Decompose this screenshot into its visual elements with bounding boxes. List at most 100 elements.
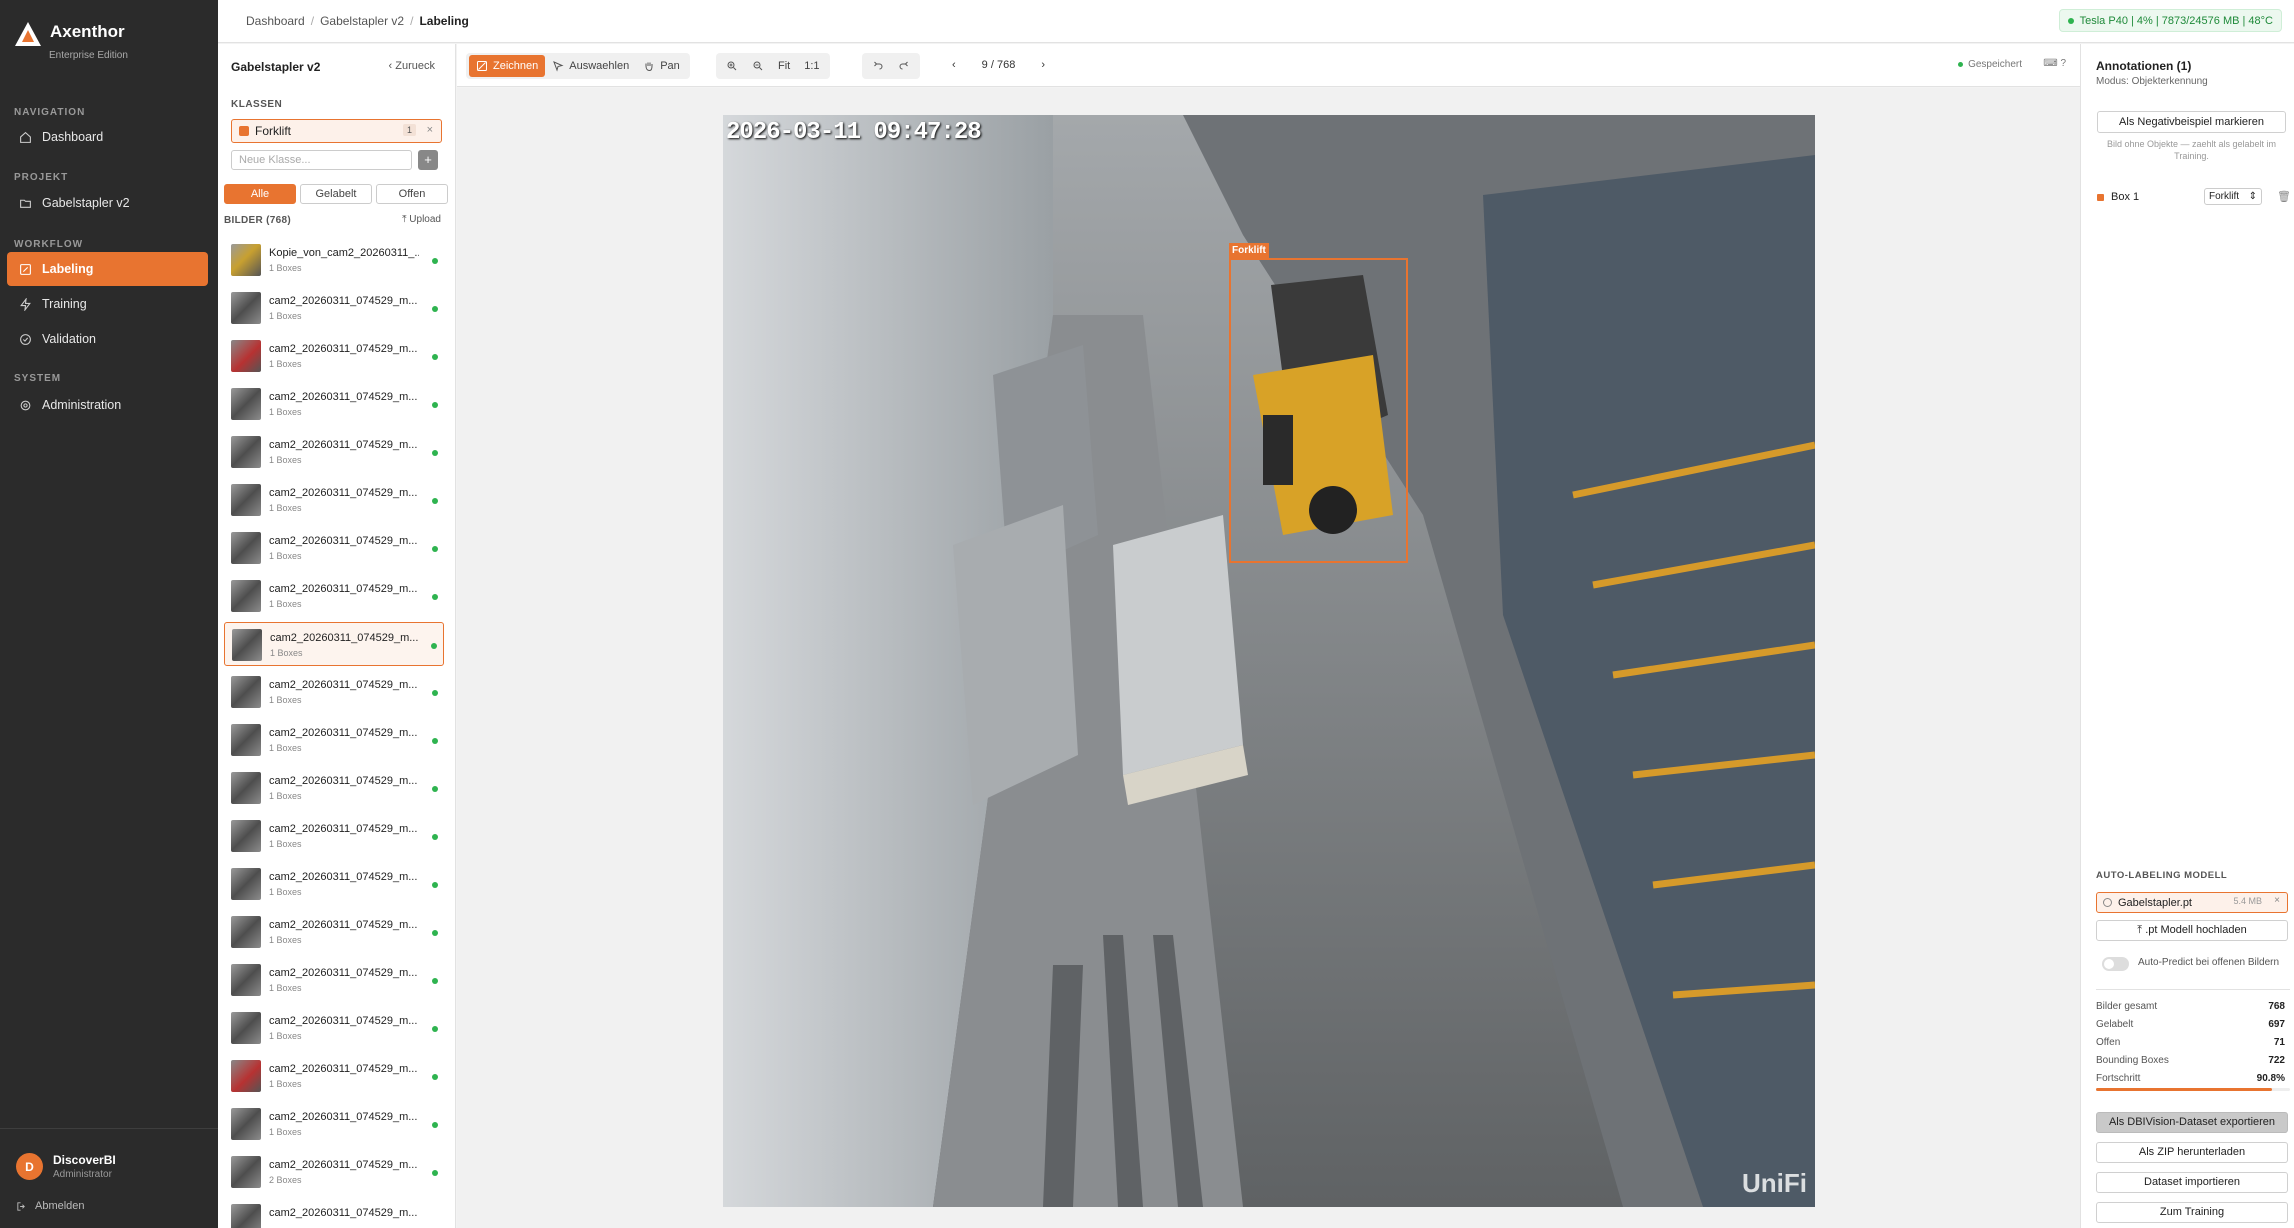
zoom-out-button[interactable] bbox=[745, 55, 771, 77]
annotation-canvas[interactable]: 2026-03-11 09:47:28 UniFi Forklift bbox=[457, 88, 2080, 1228]
image-box-count: 1 Boxes bbox=[269, 743, 302, 753]
redo-icon bbox=[899, 61, 908, 70]
export-dataset-button[interactable]: Als DBIVision-Dataset exportieren bbox=[2096, 1112, 2288, 1133]
bounding-box[interactable]: Forklift bbox=[1229, 243, 1408, 563]
list-item[interactable]: Kopie_von_cam2_20260311_... 1 Boxes bbox=[224, 238, 444, 282]
divider bbox=[2096, 989, 2290, 990]
list-item[interactable]: cam2_20260311_074529_m... 2 Boxes bbox=[224, 1150, 444, 1194]
chevron-left-icon[interactable]: ‹ bbox=[952, 59, 956, 71]
labeled-status-dot bbox=[432, 834, 438, 840]
image-filename: cam2_20260311_074529_m... bbox=[270, 632, 419, 644]
filter-tabs: Alle Gelabelt Offen bbox=[224, 184, 448, 204]
auto-label-heading: AUTO-LABELING MODELL bbox=[2096, 870, 2228, 881]
pan-tool-button[interactable]: Pan bbox=[636, 55, 687, 77]
list-item[interactable]: cam2_20260311_074529_m... 1 Boxes bbox=[224, 382, 444, 426]
image-box-count: 1 Boxes bbox=[269, 359, 302, 369]
draw-tool-button[interactable]: Zeichnen bbox=[469, 55, 546, 77]
help-button[interactable]: ⌨ ? bbox=[2043, 58, 2066, 69]
fit-button[interactable]: Fit bbox=[771, 55, 797, 77]
list-item[interactable]: cam2_20260311_074529_m... 1 Boxes bbox=[224, 334, 444, 378]
add-class-button[interactable]: + bbox=[418, 150, 438, 170]
breadcrumb-dashboard[interactable]: Dashboard bbox=[246, 14, 305, 28]
filter-all[interactable]: Alle bbox=[224, 184, 296, 204]
annotation-row[interactable]: Box 1 Forklift ⇕ 🗑 bbox=[2097, 187, 2291, 207]
image-thumbnail bbox=[231, 1156, 261, 1188]
draw-label: Zeichnen bbox=[493, 60, 539, 72]
upload-model-button[interactable]: ⤒ .pt Modell hochladen bbox=[2096, 920, 2288, 941]
list-item[interactable]: cam2_20260311_074529_m... 1 Boxes bbox=[224, 670, 444, 714]
class-color-swatch bbox=[2097, 193, 2104, 201]
class-select[interactable]: Forklift ⇕ bbox=[2204, 188, 2262, 205]
image-filename: cam2_20260311_074529_m... bbox=[269, 1159, 418, 1171]
mark-negative-button[interactable]: Als Negativbeispiel markieren bbox=[2097, 111, 2286, 133]
avatar[interactable]: D bbox=[16, 1153, 43, 1180]
labeled-status-dot bbox=[432, 690, 438, 696]
close-icon[interactable]: × bbox=[427, 124, 433, 136]
import-dataset-button[interactable]: Dataset importieren bbox=[2096, 1172, 2288, 1193]
image-thumbnail bbox=[231, 772, 261, 804]
sidebar-item-label: Administration bbox=[42, 398, 122, 412]
stat-label: Offen bbox=[2096, 1037, 2121, 1048]
list-item[interactable]: cam2_20260311_074529_m... 1 Boxes bbox=[224, 814, 444, 858]
image-thumbnail bbox=[231, 532, 261, 564]
list-item[interactable]: cam2_20260311_074529_m... 1 Boxes bbox=[224, 766, 444, 810]
class-count-badge: 1 bbox=[402, 124, 416, 136]
list-item[interactable]: cam2_20260311_074529_m... 1 Boxes bbox=[224, 1006, 444, 1050]
back-button[interactable]: ‹ Zurueck bbox=[389, 60, 435, 72]
close-icon[interactable]: × bbox=[2274, 895, 2280, 906]
image-thumbnail bbox=[231, 916, 261, 948]
list-item[interactable]: cam2_20260311_074529_m... 1 Boxes bbox=[224, 526, 444, 570]
cursor-icon bbox=[553, 61, 564, 72]
labeled-status-dot bbox=[432, 1074, 438, 1080]
stat-open: Offen 71 bbox=[2096, 1037, 2290, 1048]
image-thumbnail bbox=[232, 629, 262, 661]
chevron-right-icon[interactable]: › bbox=[1041, 59, 1045, 71]
image-filename: cam2_20260311_074529_m... bbox=[269, 1207, 418, 1219]
sidebar-item-dashboard[interactable]: Dashboard bbox=[7, 120, 208, 154]
brand: Axenthor Enterprise Edition bbox=[14, 20, 128, 61]
list-item[interactable]: cam2_20260311_074529_m... 1 Boxes bbox=[224, 910, 444, 954]
model-chip[interactable]: Gabelstapler.pt 5.4 MB × bbox=[2096, 892, 2288, 913]
undo-button[interactable] bbox=[865, 55, 891, 77]
list-item[interactable]: cam2_20260311_074529_m... 1 Boxes bbox=[224, 1054, 444, 1098]
list-item[interactable]: cam2_20260311_074529_m... 1 Boxes bbox=[224, 478, 444, 522]
filter-open[interactable]: Offen bbox=[376, 184, 448, 204]
new-class-input[interactable]: Neue Klasse... bbox=[231, 150, 412, 170]
classes-label: KLASSEN bbox=[231, 99, 283, 110]
camera-image[interactable]: 2026-03-11 09:47:28 UniFi Forklift bbox=[723, 115, 1815, 1207]
saved-label: Gespeichert bbox=[1968, 59, 2022, 70]
home-icon bbox=[20, 131, 31, 143]
go-to-training-button[interactable]: Zum Training bbox=[2096, 1202, 2288, 1223]
list-item[interactable]: cam2_20260311_074529_m... 1 Boxes bbox=[224, 958, 444, 1002]
list-item[interactable]: cam2_20260311_074529_m... 1 Boxes bbox=[224, 1102, 444, 1146]
image-box-count: 1 Boxes bbox=[269, 263, 302, 273]
sidebar-item-administration[interactable]: Administration bbox=[7, 388, 208, 422]
image-box-count: 1 Boxes bbox=[269, 935, 302, 945]
auto-predict-toggle[interactable] bbox=[2102, 957, 2129, 971]
download-zip-button[interactable]: Als ZIP herunterladen bbox=[2096, 1142, 2288, 1163]
list-item[interactable]: cam2_20260311_074529_m... 1 Boxes bbox=[224, 862, 444, 906]
sidebar-item-training[interactable]: Training bbox=[7, 287, 208, 321]
class-chip-forklift[interactable]: Forklift 1 × bbox=[231, 119, 442, 143]
list-item[interactable]: cam2_20260311_074529_m... bbox=[224, 1198, 444, 1228]
breadcrumb-project[interactable]: Gabelstapler v2 bbox=[320, 14, 404, 28]
list-item[interactable]: cam2_20260311_074529_m... 1 Boxes bbox=[224, 430, 444, 474]
sidebar-item-labeling[interactable]: Labeling bbox=[7, 252, 208, 286]
list-item[interactable]: cam2_20260311_074529_m... 1 Boxes bbox=[224, 574, 444, 618]
gear-icon bbox=[20, 400, 31, 410]
list-item[interactable]: cam2_20260311_074529_m... 1 Boxes bbox=[224, 622, 444, 666]
sidebar-item-validation[interactable]: Validation bbox=[7, 322, 208, 356]
annotations-title: Annotationen (1) bbox=[2096, 59, 2192, 73]
redo-button[interactable] bbox=[891, 55, 917, 77]
upload-button[interactable]: ⤒ Upload bbox=[402, 214, 441, 225]
trash-icon[interactable]: 🗑 bbox=[2277, 190, 2291, 203]
list-item[interactable]: cam2_20260311_074529_m... 1 Boxes bbox=[224, 718, 444, 762]
sidebar-item-project[interactable]: Gabelstapler v2 bbox=[7, 186, 208, 220]
list-item[interactable]: cam2_20260311_074529_m... 1 Boxes bbox=[224, 286, 444, 330]
one-to-one-button[interactable]: 1:1 bbox=[797, 55, 826, 77]
logout-button[interactable]: Abmelden bbox=[16, 1200, 85, 1212]
zoom-in-button[interactable] bbox=[719, 55, 745, 77]
select-tool-button[interactable]: Auswaehlen bbox=[545, 55, 636, 77]
filter-labeled[interactable]: Gelabelt bbox=[300, 184, 372, 204]
upload-icon: ⤒ bbox=[2137, 924, 2146, 936]
